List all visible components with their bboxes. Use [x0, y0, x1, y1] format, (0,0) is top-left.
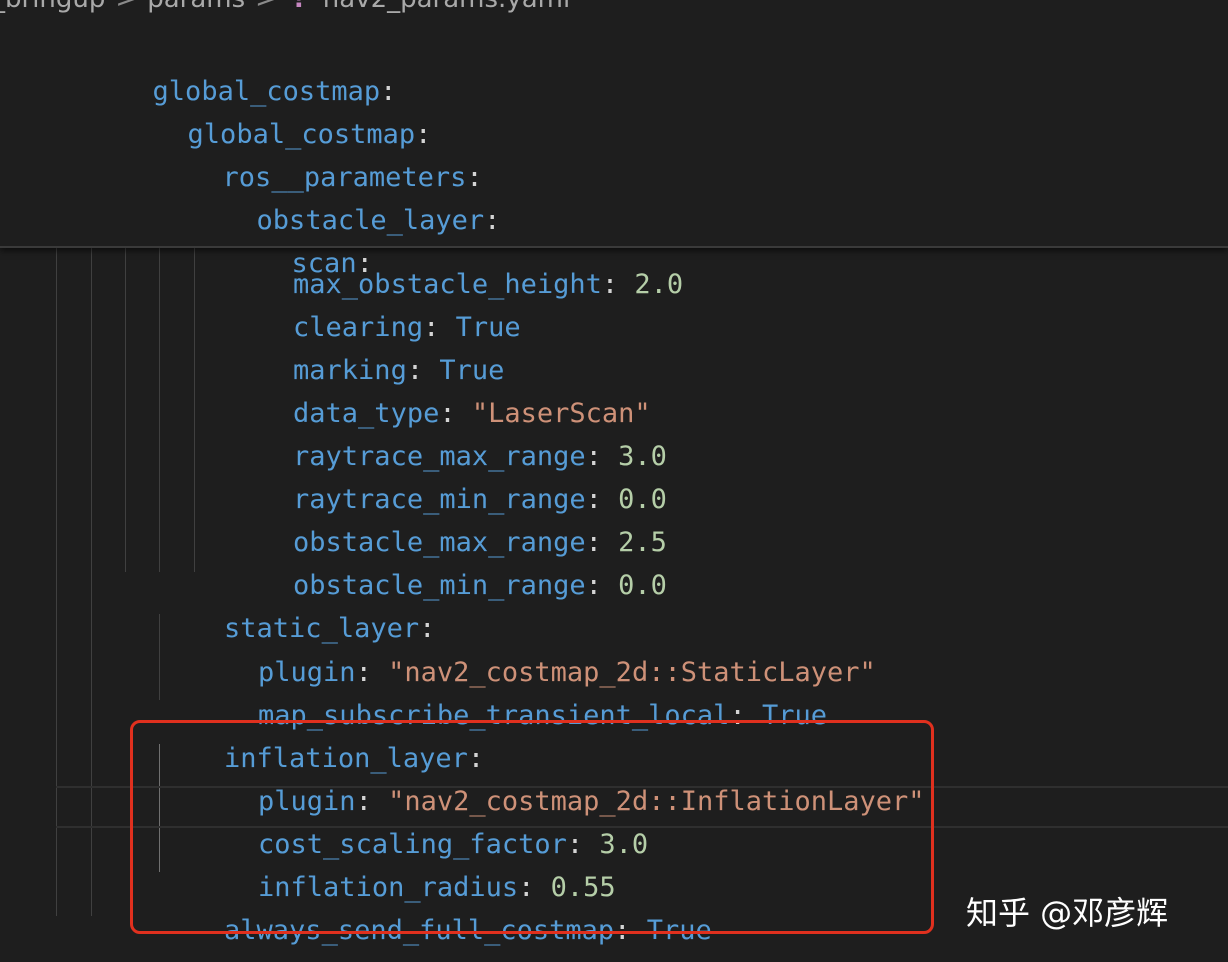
code-line[interactable]: map_subscribe_transient_local: True [193, 656, 827, 731]
code-line[interactable]: data_type: "LaserScan" [228, 354, 651, 429]
yaml-value: 2.0 [634, 269, 684, 300]
sticky-line[interactable]: global_costmap: [90, 75, 432, 150]
code-line[interactable]: obstacle_min_range: 0.0 [228, 526, 667, 601]
code-line[interactable]: plugin: "nav2_costmap_2d::StaticLayer" [193, 613, 876, 688]
indent-guide [159, 246, 160, 572]
code-line[interactable]: raytrace_min_range: 0.0 [228, 440, 667, 515]
red-highlight-box [130, 720, 934, 934]
breadcrumb: _bringup > params >! nav2_params.yaml [0, 0, 570, 24]
yaml-file-icon: ! [293, 0, 305, 14]
code-editor[interactable]: max_obstacle_height: 2.0 clearing: True … [0, 0, 1228, 962]
code-line[interactable]: raytrace_max_range: 3.0 [228, 397, 667, 472]
breadcrumb-file[interactable]: nav2_params.yaml [323, 0, 570, 14]
sticky-scroll-header[interactable]: global_costmap: global_costmap: ros__par… [0, 0, 1228, 279]
breadcrumb-item[interactable]: params [147, 0, 245, 14]
breadcrumb-item[interactable]: _bringup [0, 0, 105, 14]
chevron-right-icon: > [255, 0, 277, 14]
watermark: 知乎 @邓彦辉 [966, 894, 1169, 932]
indent-guide [125, 246, 126, 572]
sticky-line[interactable]: obstacle_layer: [159, 161, 501, 236]
yaml-value: 0.0 [618, 570, 667, 601]
code-line[interactable]: obstacle_max_range: 2.5 [228, 483, 667, 558]
code-line[interactable]: marking: True [228, 311, 504, 386]
sticky-line[interactable]: global_costmap: [55, 32, 397, 107]
sticky-line[interactable]: scan: [194, 204, 373, 279]
sticky-line[interactable]: ros__parameters: [125, 118, 483, 193]
chevron-right-icon: > [115, 0, 137, 14]
yaml-key: scan [291, 248, 357, 279]
code-line[interactable]: static_layer: [159, 569, 435, 644]
